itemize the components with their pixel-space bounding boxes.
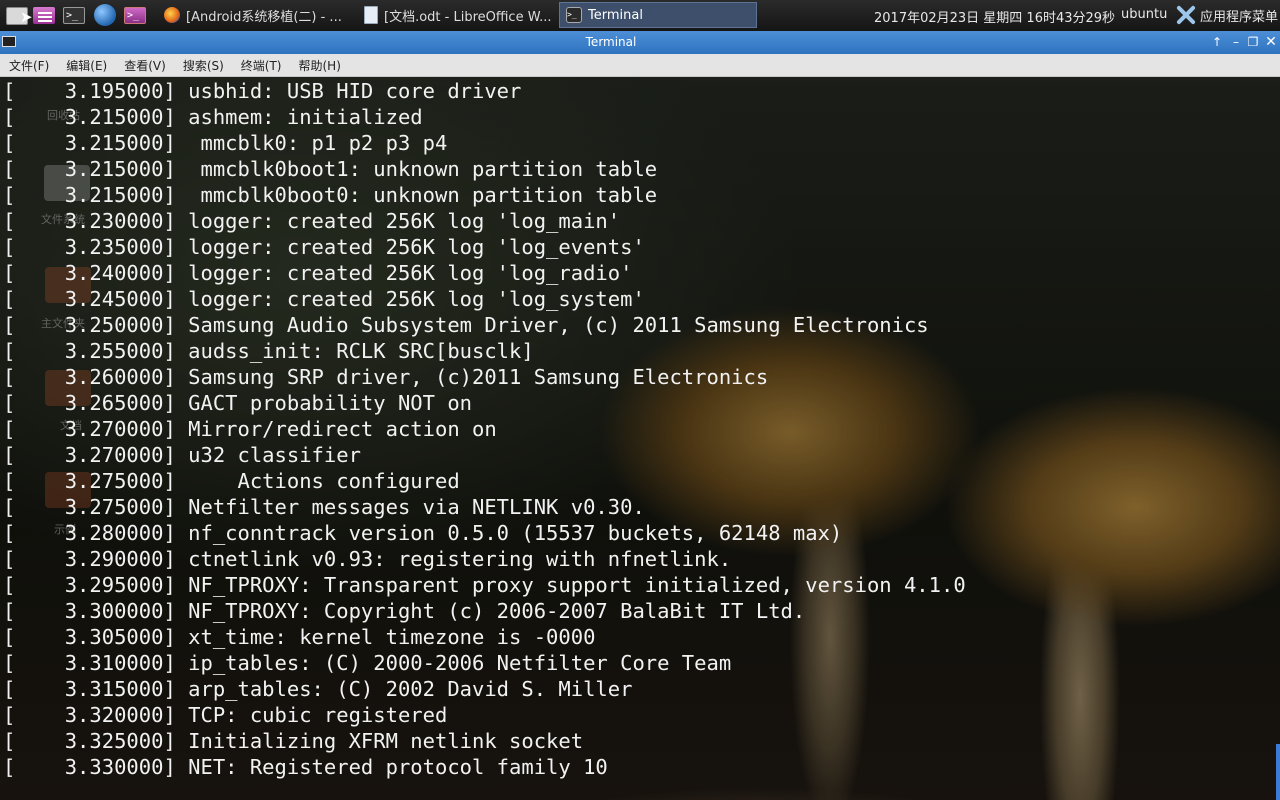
terminal-line: [ 3.305000] xt_time: kernel timezone is … (3, 625, 596, 649)
terminal-line: [ 3.235000] logger: created 256K log 'lo… (3, 235, 645, 259)
terminal-line: [ 3.310000] ip_tables: (C) 2000-2006 Net… (3, 651, 732, 675)
window-titlebar[interactable]: Terminal ↑ – ❐ ✕ (0, 31, 1280, 54)
firefox-icon (164, 7, 180, 23)
terminal-line: [ 3.325000] Initializing XFRM netlink so… (3, 729, 584, 753)
terminal-line: [ 3.270000] Mirror/redirect action on (3, 417, 497, 441)
terminal-line: [ 3.245000] logger: created 256K log 'lo… (3, 287, 645, 311)
menu-edit[interactable]: 编辑(E) (57, 57, 115, 74)
terminal-icon: >_ (63, 7, 85, 24)
xfce-logo-icon (1175, 4, 1197, 26)
taskbar-button-firefox[interactable]: [Android系统移植(二) - ... (158, 2, 354, 28)
terminal-line: [ 3.315000] arp_tables: (C) 2002 David S… (3, 677, 633, 701)
terminal-line: [ 3.280000] nf_conntrack version 0.5.0 (… (3, 521, 843, 545)
terminal-line: [ 3.275000] Actions configured (3, 469, 460, 493)
terminal-line: [ 3.215000] mmcblk0: p1 p2 p3 p4 (3, 131, 448, 155)
terminal-line: [ 3.330000] NET: Registered protocol fam… (3, 755, 608, 779)
text-editor-icon (33, 7, 55, 24)
minimize-button[interactable]: – (1228, 34, 1244, 50)
terminal-line: [ 3.275000] Netfilter messages via NETLI… (3, 495, 645, 519)
web-browser-launcher[interactable] (93, 4, 117, 26)
close-button[interactable]: ✕ (1263, 34, 1279, 50)
mouse-cursor-icon: ➤ (20, 8, 33, 26)
taskbar-label: [文档.odt - LibreOffice W... (384, 9, 552, 25)
taskbar-label: [Android系统移植(二) - ... (186, 9, 342, 25)
terminal-line: [ 3.265000] GACT probability NOT on (3, 391, 472, 415)
taskbar-button-terminal[interactable]: >_ Terminal (559, 2, 757, 28)
applications-menu-button[interactable]: 应用程序菜单 (1175, 3, 1278, 27)
terminal-line: [ 3.320000] TCP: cubic registered (3, 703, 448, 727)
terminal-output-area[interactable]: 回收站 文件系统 主文件夹 文档 示例 [ 3.195000] usbhid: … (0, 77, 1280, 800)
terminal-line: [ 3.250000] Samsung Audio Subsystem Driv… (3, 313, 929, 337)
taskbar-button-libreoffice[interactable]: [文档.odt - LibreOffice W... (358, 2, 554, 28)
terminal-line: [ 3.215000] mmcblk0boot1: unknown partit… (3, 157, 658, 181)
window-title: Terminal (585, 35, 637, 49)
terminal-launcher[interactable]: >_ (62, 4, 86, 26)
terminal-line: [ 3.290000] ctnetlink v0.93: registering… (3, 547, 732, 571)
menu-file[interactable]: 文件(F) (0, 57, 57, 74)
terminal-line: [ 3.240000] logger: created 256K log 'lo… (3, 261, 633, 285)
menu-bar: 文件(F) 编辑(E) 查看(V) 搜索(S) 终端(T) 帮助(H) (0, 54, 1280, 77)
terminal-line: [ 3.260000] Samsung SRP driver, (c)2011 … (3, 365, 769, 389)
terminal-line: [ 3.255000] audss_init: RCLK SRC[busclk] (3, 339, 534, 363)
terminal-line: [ 3.295000] NF_TPROXY: Transparent proxy… (3, 573, 966, 597)
panel-clock[interactable]: 2017年02月23日 星期四 16时43分29秒 (874, 7, 1115, 26)
document-icon (364, 6, 378, 24)
taskbar-label: Terminal (588, 7, 643, 23)
file-manager-launcher[interactable]: ➤ (4, 4, 33, 26)
top-panel: ➤ >_ >_ [Android系统移植(二) - ... [文档.odt - … (0, 0, 1280, 31)
shade-button[interactable]: ↑ (1209, 34, 1225, 50)
menu-help[interactable]: 帮助(H) (290, 57, 349, 74)
maximize-button[interactable]: ❐ (1245, 34, 1261, 50)
terminal-line: [ 3.215000] mmcblk0boot0: unknown partit… (3, 183, 658, 207)
menu-view[interactable]: 查看(V) (115, 57, 174, 74)
terminal-line: [ 3.195000] usbhid: USB HID core driver (3, 79, 522, 103)
web-browser-icon (94, 4, 116, 26)
panel-user[interactable]: ubuntu (1121, 7, 1167, 22)
text-editor-launcher[interactable] (32, 4, 56, 26)
terminal-line: [ 3.270000] u32 classifier (3, 443, 361, 467)
scrollbar-thumb[interactable] (1276, 744, 1280, 800)
menu-terminal[interactable]: 终端(T) (232, 57, 290, 74)
terminal-line: [ 3.300000] NF_TPROXY: Copyright (c) 200… (3, 599, 806, 623)
menu-search[interactable]: 搜索(S) (174, 57, 232, 74)
terminal-icon: >_ (566, 7, 582, 23)
terminal-log: [ 3.195000] usbhid: USB HID core driver[… (3, 78, 966, 780)
terminal-launcher-2[interactable]: >_ (123, 4, 147, 26)
terminal-line: [ 3.230000] logger: created 256K log 'lo… (3, 209, 621, 233)
terminal-icon: >_ (124, 7, 146, 24)
applications-menu-label: 应用程序菜单 (1200, 9, 1279, 25)
terminal-line: [ 3.215000] ashmem: initialized (3, 105, 423, 129)
